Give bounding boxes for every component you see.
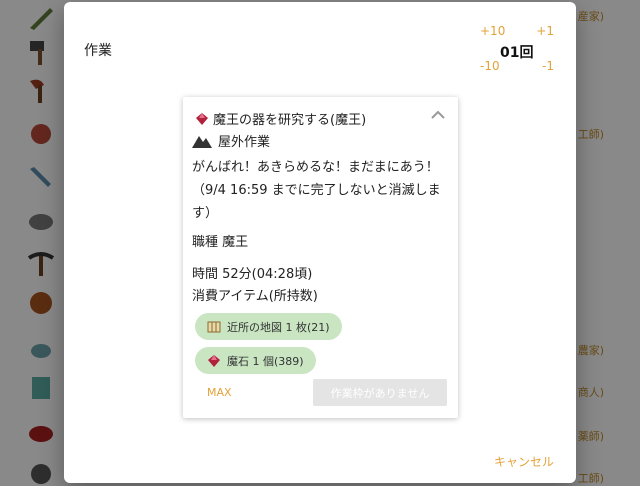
gem-icon [208, 354, 220, 367]
minus-10-button[interactable]: -10 [480, 59, 500, 73]
chevron-up-icon[interactable] [430, 109, 446, 121]
task-title: 魔王の器を研究する(魔王) [213, 113, 367, 128]
consumed-items-label: 消費アイテム(所持数) [192, 289, 318, 304]
start-work-button[interactable]: 作業枠がありません [313, 379, 447, 406]
task-description: がんばれ！あきらめるな！まだまにあう！（9/4 16:59 までに完了しないと消… [192, 160, 441, 221]
minus-1-button[interactable]: -1 [542, 59, 554, 73]
task-card: 魔王の器を研究する(魔王) 屋外作業 がんばれ！あきらめるな！まだまにあう！（9… [183, 97, 458, 418]
location-label: 屋外作業 [218, 135, 271, 150]
job-type: 職種 魔王 [192, 235, 249, 250]
item-label: 近所の地図 1 枚(21) [227, 320, 330, 334]
map-icon [207, 321, 221, 332]
plus-10-button[interactable]: +10 [480, 24, 505, 38]
work-dialog: 作業 +10 +1 01回 -10 -1 魔王の器を研究する(魔王) 屋外作業 … [64, 2, 576, 483]
cancel-button[interactable]: キャンセル [494, 453, 554, 470]
item-label: 魔石 1 個(389) [227, 354, 304, 368]
task-location: 屋外作業 [192, 131, 270, 150]
dialog-title: 作業 [84, 43, 112, 59]
gem-icon [196, 112, 208, 125]
max-button[interactable]: MAX [207, 386, 232, 399]
mountain-icon [192, 135, 212, 148]
item-chip-gem[interactable]: 魔石 1 個(389) [195, 347, 316, 374]
repeat-counter: +10 +1 01回 -10 -1 [480, 24, 554, 76]
item-chip-map[interactable]: 近所の地図 1 枚(21) [195, 313, 342, 340]
task-header: 魔王の器を研究する(魔王) [195, 109, 366, 128]
plus-1-button[interactable]: +1 [536, 24, 554, 38]
task-time: 時間 52分(04:28頃) [192, 267, 313, 282]
repeat-count: 01回 [500, 45, 534, 61]
